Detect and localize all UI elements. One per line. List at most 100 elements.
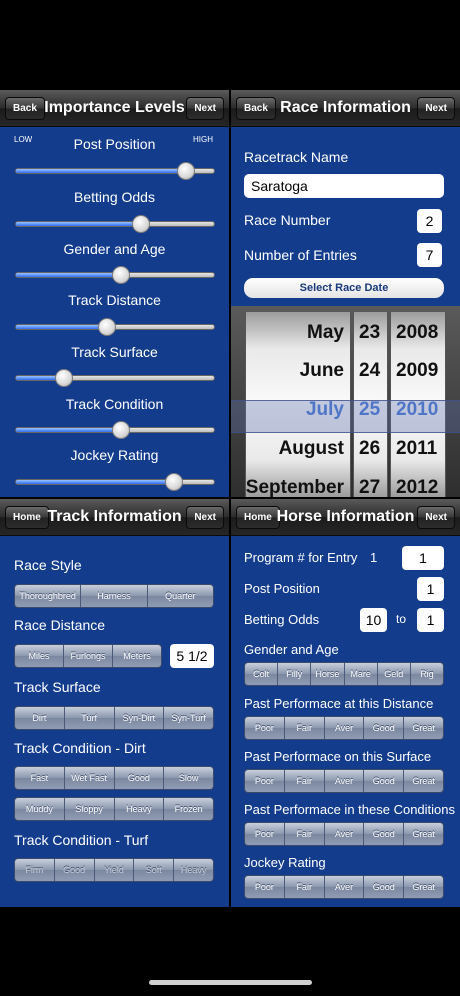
segment-miles[interactable]: Miles — [15, 645, 64, 667]
gender-age-label: Gender and Age — [244, 642, 339, 657]
segment-great[interactable]: Great — [404, 823, 443, 845]
gender-age-segmented[interactable]: Colt Filly Horse Mare Geld Rig — [244, 662, 444, 686]
race-navbar: Back Race Information Next — [231, 90, 460, 127]
track-surface-label: Track Surface — [14, 679, 101, 695]
segment-aver[interactable]: Aver — [324, 876, 365, 898]
segment-harness[interactable]: Harness — [81, 585, 148, 607]
track-surface-segmented[interactable]: Dirt Turf Syn-Dirt Syn-Turf — [14, 706, 214, 730]
jockey-rating-segmented[interactable]: Poor Fair Aver Good Great — [244, 875, 444, 899]
next-button[interactable]: Next — [186, 506, 224, 529]
date-picker[interactable]: May June July August September 23 24 25 … — [231, 306, 460, 497]
segment-poor[interactable]: Poor — [245, 876, 285, 898]
race-style-label: Race Style — [14, 557, 82, 573]
program-number-field[interactable]: 1 — [402, 546, 444, 570]
segment-fair[interactable]: Fair — [284, 770, 325, 792]
importance-slider[interactable] — [15, 162, 215, 180]
next-button[interactable]: Next — [417, 506, 455, 529]
slider-thumb[interactable] — [98, 318, 117, 336]
segment-heavy[interactable]: Heavy — [174, 859, 213, 881]
segment-turf[interactable]: Turf — [64, 707, 115, 729]
post-position-field[interactable]: 1 — [417, 577, 444, 601]
segment-fair[interactable]: Fair — [284, 717, 325, 739]
segment-dirt[interactable]: Dirt — [15, 707, 65, 729]
surface-rating-segmented[interactable]: Poor Fair Aver Good Great — [244, 769, 444, 793]
segment-horse[interactable]: Horse — [311, 663, 345, 685]
segment-soft[interactable]: Soft — [134, 859, 175, 881]
segment-sloppy[interactable]: Sloppy — [64, 798, 115, 820]
segment-colt[interactable]: Colt — [245, 663, 279, 685]
segment-good[interactable]: Good — [54, 859, 95, 881]
segment-furlongs[interactable]: Furlongs — [64, 645, 113, 667]
slider-thumb[interactable] — [165, 473, 184, 491]
segment-syn-turf[interactable]: Syn-Turf — [164, 707, 213, 729]
importance-slider[interactable] — [15, 318, 215, 336]
segment-aver[interactable]: Aver — [324, 717, 365, 739]
importance-slider[interactable] — [15, 421, 215, 439]
odds-numerator-field[interactable]: 10 — [360, 608, 387, 632]
segment-wet-fast[interactable]: Wet Fast — [64, 767, 115, 789]
dirt-condition-row2[interactable]: Muddy Sloppy Heavy Frozen — [14, 797, 214, 821]
segment-great[interactable]: Great — [404, 717, 443, 739]
segment-slow[interactable]: Slow — [164, 767, 213, 789]
segment-geld[interactable]: Geld — [377, 663, 411, 685]
conditions-rating-segmented[interactable]: Poor Fair Aver Good Great — [244, 822, 444, 846]
segment-poor[interactable]: Poor — [245, 823, 285, 845]
segment-syn-dirt[interactable]: Syn-Dirt — [114, 707, 165, 729]
segment-filly[interactable]: Filly — [278, 663, 312, 685]
segment-muddy[interactable]: Muddy — [15, 798, 65, 820]
race-distance-segmented[interactable]: Miles Furlongs Meters — [14, 644, 162, 668]
segment-good[interactable]: Good — [114, 767, 165, 789]
segment-heavy[interactable]: Heavy — [114, 798, 165, 820]
segment-good[interactable]: Good — [364, 876, 405, 898]
slider-label: Gender and Age — [63, 241, 166, 257]
segment-frozen[interactable]: Frozen — [164, 798, 213, 820]
segment-mare[interactable]: Mare — [344, 663, 378, 685]
segment-great[interactable]: Great — [404, 770, 443, 792]
slider-thumb[interactable] — [131, 215, 150, 233]
home-indicator[interactable] — [149, 980, 312, 985]
importance-levels-panel: Back Importance Levels Next LOW HIGH Pos… — [0, 90, 229, 497]
segment-poor[interactable]: Poor — [245, 770, 285, 792]
track-navbar: Home Track Information Next — [0, 499, 229, 536]
next-button[interactable]: Next — [186, 97, 224, 120]
importance-slider[interactable] — [15, 266, 215, 284]
dirt-condition-row1[interactable]: Fast Wet Fast Good Slow — [14, 766, 214, 790]
slider-thumb[interactable] — [54, 369, 73, 387]
segment-aver[interactable]: Aver — [324, 770, 365, 792]
segment-fast[interactable]: Fast — [15, 767, 65, 789]
segment-yield[interactable]: Yield — [94, 859, 135, 881]
segment-thoroughbred[interactable]: Thoroughbred — [15, 585, 82, 607]
past-performance-conditions-label: Past Performace in these Conditions — [244, 802, 455, 817]
distance-rating-segmented[interactable]: Poor Fair Aver Good Great — [244, 716, 444, 740]
importance-slider[interactable] — [15, 473, 215, 491]
segment-firm[interactable]: Firm — [15, 859, 55, 881]
slider-thumb[interactable] — [177, 162, 196, 180]
segment-fair[interactable]: Fair — [284, 876, 325, 898]
segment-aver[interactable]: Aver — [324, 823, 365, 845]
segment-good[interactable]: Good — [364, 717, 405, 739]
next-button[interactable]: Next — [417, 97, 455, 120]
slider-thumb[interactable] — [111, 266, 130, 284]
importance-slider[interactable] — [15, 215, 215, 233]
segment-poor[interactable]: Poor — [245, 717, 285, 739]
segment-quarter[interactable]: Quarter — [147, 585, 213, 607]
segment-good[interactable]: Good — [364, 770, 405, 792]
segment-great[interactable]: Great — [404, 876, 443, 898]
track-information-panel: Home Track Information Next Race Style T… — [0, 499, 229, 907]
select-race-date-button[interactable]: Select Race Date — [244, 278, 444, 298]
segment-fair[interactable]: Fair — [284, 823, 325, 845]
number-of-entries-field[interactable]: 7 — [417, 243, 442, 267]
odds-to-label: to — [396, 612, 407, 626]
turf-condition-segmented[interactable]: Firm Good Yield Soft Heavy — [14, 858, 214, 882]
racetrack-name-input[interactable]: Saratoga — [244, 174, 444, 198]
slider-label: Post Position — [73, 136, 156, 152]
segment-rig[interactable]: Rig — [410, 663, 443, 685]
segment-meters[interactable]: Meters — [113, 645, 161, 667]
segment-good[interactable]: Good — [364, 823, 405, 845]
race-distance-field[interactable]: 5 1/2 — [170, 644, 214, 668]
slider-thumb[interactable] — [111, 421, 130, 439]
race-number-field[interactable]: 2 — [417, 209, 442, 233]
race-style-segmented[interactable]: Thoroughbred Harness Quarter — [14, 584, 214, 608]
importance-slider[interactable] — [15, 369, 215, 387]
odds-denominator-field[interactable]: 1 — [417, 608, 444, 632]
